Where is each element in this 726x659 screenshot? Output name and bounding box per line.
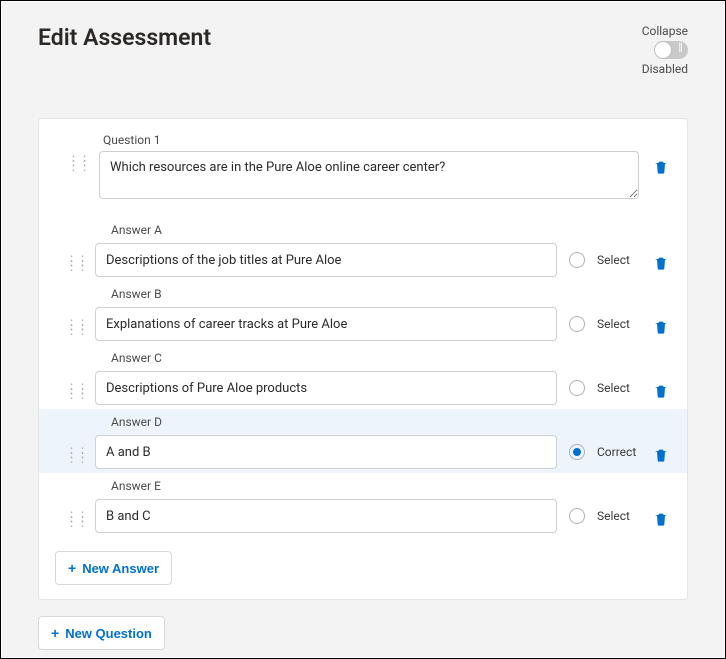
answer-input[interactable] [95,243,557,277]
answer-radio[interactable] [569,252,585,268]
drag-handle-icon[interactable]: ⋮⋮⋮⋮ [69,251,83,269]
new-question-label: New Question [65,626,152,641]
answer-label: Answer B [39,281,687,303]
answer-row: ⋮⋮⋮⋮ Select [39,303,687,345]
question-textarea[interactable] [99,151,639,199]
new-question-button[interactable]: + New Question [38,616,165,650]
answer-row: ⋮⋮⋮⋮ Select [39,367,687,409]
answer-select-label: Correct [597,445,641,459]
drag-handle-icon[interactable]: ⋮⋮⋮⋮ [69,379,83,397]
plus-icon: + [51,625,59,641]
answer-input[interactable] [95,371,557,405]
answer-radio[interactable] [569,316,585,332]
delete-answer-icon[interactable] [653,319,671,337]
answer-radio[interactable] [569,444,585,460]
collapse-label: Collapse [642,24,688,38]
answer-label: Answer E [39,473,687,495]
answer-radio[interactable] [569,508,585,524]
delete-answer-icon[interactable] [653,511,671,529]
answer-label: Answer D [39,409,687,431]
toggle-knob [655,42,671,58]
answer-select-label: Select [597,509,641,523]
drag-handle-icon[interactable]: ⋮⋮⋮⋮ [69,507,83,525]
answer-select-label: Select [597,253,641,267]
collapse-toggle[interactable] [654,41,688,59]
answer-label: Answer C [39,345,687,367]
answer-input[interactable] [95,499,557,533]
new-answer-button[interactable]: + New Answer [55,551,172,585]
drag-handle-icon[interactable]: ⋮⋮⋮⋮ [71,151,85,169]
delete-answer-icon[interactable] [653,447,671,465]
collapse-state: Disabled [642,62,688,76]
answer-select-label: Select [597,381,641,395]
plus-icon: + [68,560,76,576]
answer-row: ⋮⋮⋮⋮ Correct [39,431,687,473]
drag-handle-icon[interactable]: ⋮⋮⋮⋮ [69,315,83,333]
answer-input[interactable] [95,307,557,341]
answer-row: ⋮⋮⋮⋮ Select [39,239,687,281]
delete-question-icon[interactable] [653,159,671,177]
answer-radio[interactable] [569,380,585,396]
question-card: Question 1 ⋮⋮⋮⋮ Answer A ⋮⋮⋮⋮ Select Answer… [38,118,688,600]
answer-row: ⋮⋮⋮⋮ Select [39,495,687,537]
page-title: Edit Assessment [38,24,211,51]
answer-label: Answer A [39,217,687,239]
drag-handle-icon[interactable]: ⋮⋮⋮⋮ [69,443,83,461]
answer-input[interactable] [95,435,557,469]
question-label: Question 1 [103,133,671,147]
new-answer-label: New Answer [82,561,159,576]
delete-answer-icon[interactable] [653,383,671,401]
delete-answer-icon[interactable] [653,255,671,273]
answer-select-label: Select [597,317,641,331]
